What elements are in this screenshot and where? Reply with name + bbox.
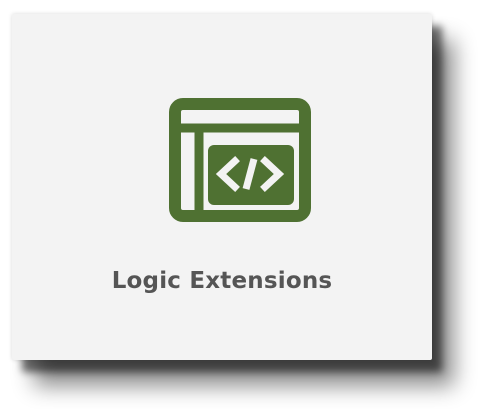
tile-label: Logic Extensions [111,268,333,294]
code-window-icon [169,98,311,222]
stage: Logic Extensions [0,0,485,409]
logic-extensions-tile[interactable]: Logic Extensions [12,14,432,360]
